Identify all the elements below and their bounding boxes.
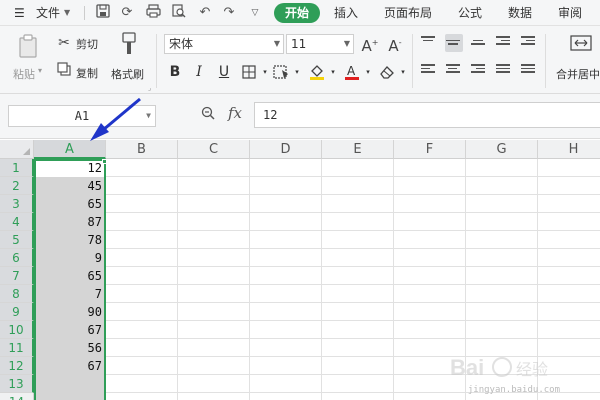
svg-text:经验: 经验 — [516, 360, 548, 379]
svg-text:Bai: Bai — [450, 355, 484, 380]
watermark-logo: Bai 经验 — [450, 353, 570, 386]
annotation-arrow — [90, 97, 141, 141]
watermark-url: jingyan.baidu.com — [467, 385, 560, 395]
arrow-shaft — [102, 97, 141, 132]
